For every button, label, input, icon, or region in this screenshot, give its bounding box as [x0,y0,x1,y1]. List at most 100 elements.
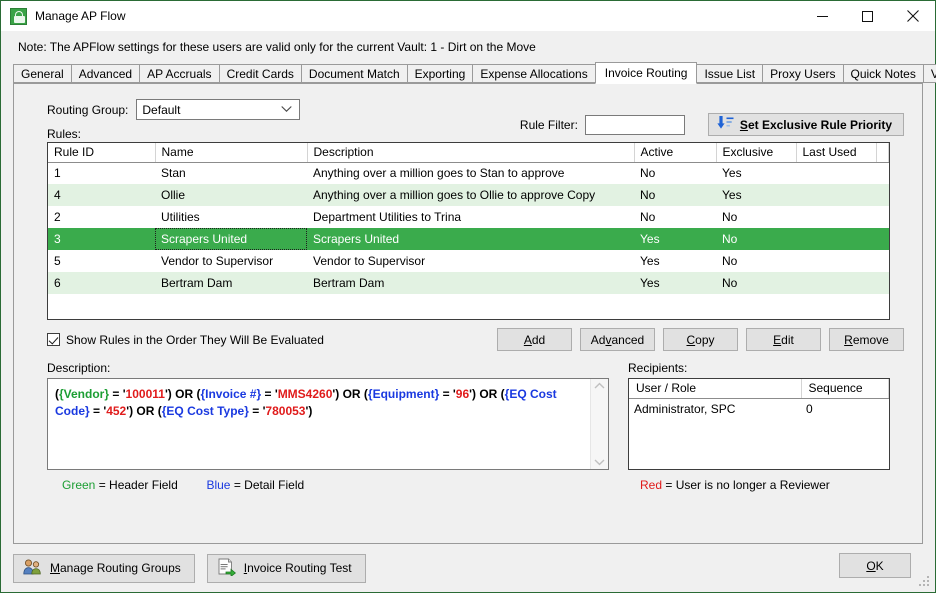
cell-filler [876,184,889,206]
tab-expense-allocations[interactable]: Expense Allocations [472,64,596,83]
cell-active: Yes [634,228,716,250]
cell-rule-id: 2 [54,210,61,224]
show-rules-checkbox[interactable]: Show Rules in the Order They Will Be Eva… [47,333,324,347]
edit-button[interactable]: Edit [746,328,821,351]
sort-descending-icon [717,116,734,133]
legend-blue-text: = Detail Field [233,478,305,492]
tab-validation[interactable]: Validation [922,64,936,83]
column-header-last-used[interactable]: Last Used [796,143,877,163]
window-title: Manage AP Flow [35,9,126,23]
expr-operator: ') OR ( [164,387,201,401]
tab-ap-accruals[interactable]: AP Accruals [139,64,220,83]
rule-filter-input[interactable] [584,114,685,135]
remove-button[interactable]: Remove [829,328,904,351]
vault-note: Note: The APFlow settings for these user… [18,40,536,54]
rules-table: Rule ID Name Description Active Exclusiv… [48,143,889,294]
column-header-exclusive[interactable]: Exclusive [716,143,797,163]
expr-operator: ') OR ( [126,404,162,418]
invoice-routing-test-label: Invoice Routing Test [243,561,352,575]
table-row[interactable]: 5 Vendor to Supervisor Vendor to Supervi… [48,250,889,272]
add-button[interactable]: Add [497,328,572,351]
legend-green-word: Green [62,478,96,492]
cell-description: Anything over a million goes to Ollie to… [307,184,634,206]
title-bar: Manage AP Flow [1,1,935,31]
routing-group-select[interactable]: Default [136,99,301,120]
expr-operator: = ' [109,387,126,401]
cell-last-used [796,250,876,272]
table-row-selected[interactable]: 3 Scrapers United Scrapers United Yes No [48,228,889,250]
resize-grip[interactable] [919,576,931,588]
expr-operator: = ' [248,404,266,418]
expr-detail-field: {Invoice #} [200,387,262,401]
advanced-button[interactable]: Ad v anced [580,328,655,351]
column-header-name[interactable]: Name [155,143,308,163]
column-header-description[interactable]: Description [307,143,635,163]
expr-header-field: {Vendor} [59,387,110,401]
footer-bar: Manage Routing Groups Invoice Routing Te… [1,544,935,592]
invoice-test-icon [217,558,236,579]
expr-value: 100011 [125,387,165,401]
table-row[interactable]: 6 Bertram Dam Bertram Dam Yes No [48,272,889,294]
cell-active: No [640,210,656,224]
column-header-sequence[interactable]: Sequence [801,379,889,399]
legend-red-word: Red [640,478,663,492]
table-row[interactable]: 1 Stan Anything over a million goes to S… [48,162,889,184]
chevron-down-icon [281,101,293,115]
ok-button[interactable]: OK [839,553,911,578]
copy-button[interactable]: Copy [663,328,738,351]
tab-proxy-users[interactable]: Proxy Users [762,64,844,83]
cell-exclusive: Yes [722,166,742,181]
recipients-row[interactable]: Administrator, SPC 0 [629,398,889,419]
tab-quick-notes[interactable]: Quick Notes [842,64,924,83]
cell-rule-id: 6 [48,272,155,294]
minimize-button[interactable] [800,1,845,31]
column-header-active[interactable]: Active [634,143,717,163]
cell-filler [876,206,889,228]
checkbox-box [47,333,60,346]
cell-name: Ollie [155,184,307,206]
expr-detail-field: {EQ Cost Type} [161,404,249,418]
tab-advanced[interactable]: Advanced [70,64,141,83]
column-header-rule-id[interactable]: Rule ID [48,143,156,163]
close-button[interactable] [890,1,935,31]
tab-issue-list[interactable]: Issue List [696,64,764,83]
cell-rule-id: 5 [54,254,61,268]
rules-grid[interactable]: Rule ID Name Description Active Exclusiv… [47,142,890,320]
description-box[interactable]: ({Vendor} = '100011') OR ({Invoice #} = … [47,378,609,470]
cell-name: Scrapers United [155,228,307,250]
description-scrollbar[interactable] [590,379,608,469]
scroll-down-icon[interactable] [594,458,605,466]
cell-user-role: Administrator, SPC [634,401,736,416]
cell-sequence: 0 [806,401,813,416]
cell-description: Anything over a million goes to Stan to … [313,166,565,181]
table-row[interactable]: 2 Utilities Department Utilities to Trin… [48,206,889,228]
recipients-grid[interactable]: User / Role Sequence Administrator, SPC … [628,378,890,470]
window-controls [800,1,935,31]
field-color-legend: Green = Header Field Blue = Detail Field [62,478,304,492]
routing-group-row: Routing Group: Default [47,99,301,120]
maximize-button[interactable] [845,1,890,31]
manage-ap-flow-window: Manage AP Flow Note: The APFlow settings… [0,0,936,593]
tab-invoice-routing[interactable]: Invoice Routing [594,62,698,84]
manage-routing-groups-button[interactable]: Manage Routing Groups [13,553,195,583]
cell-last-used [796,184,876,206]
set-exclusive-rule-priority-button[interactable]: Set Exclusive Rule Priority [707,113,904,136]
invoice-routing-test-button[interactable]: Invoice Routing Test [206,553,366,583]
cell-rule-id: 1 [54,166,61,181]
cell-filler [876,250,889,272]
table-row[interactable]: 4 Ollie Anything over a million goes to … [48,184,889,206]
column-header-filler [876,143,889,163]
rule-filter-label: Rule Filter: [519,117,578,132]
cell-rule-id: 3 [48,228,155,250]
cell-name: Stan [161,166,186,181]
cell-filler [876,228,889,250]
tab-document-match[interactable]: Document Match [300,64,408,83]
tab-exporting[interactable]: Exporting [406,64,474,83]
cell-exclusive: No [716,272,796,294]
tab-general[interactable]: General [13,64,72,83]
tab-credit-cards[interactable]: Credit Cards [218,64,302,83]
column-header-user-role[interactable]: User / Role [629,379,802,399]
cell-rule-id: 4 [48,184,155,206]
scroll-up-icon[interactable] [594,382,605,390]
expr-operator: ') OR ( [469,387,505,401]
